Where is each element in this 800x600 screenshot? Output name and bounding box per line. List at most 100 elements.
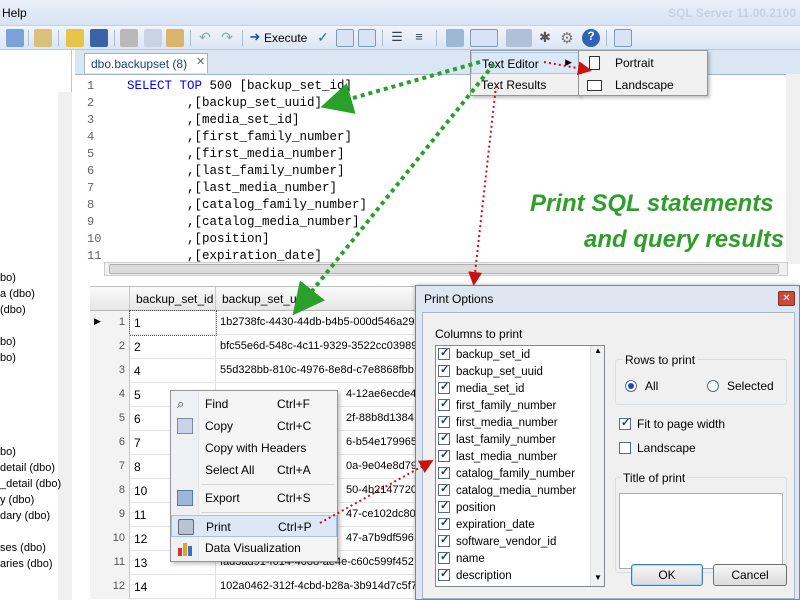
context-menu-copy-with-headers[interactable]: Copy with Headers (171, 437, 337, 459)
column-checkbox[interactable]: last_media_number (438, 448, 557, 467)
cell-backup-set-id[interactable]: 2 (130, 335, 216, 359)
editor-vertical-scrollbar[interactable] (786, 74, 800, 264)
column-checkbox[interactable]: first_media_number (438, 414, 558, 433)
properties-icon[interactable] (34, 29, 52, 47)
results-grid-icon[interactable] (336, 29, 354, 47)
copy-icon[interactable] (144, 29, 162, 47)
check-icon[interactable]: ✓ (314, 29, 332, 47)
save-icon[interactable] (90, 29, 108, 47)
column-checkbox[interactable]: backup_set_uuid (438, 363, 543, 382)
tree-item[interactable]: bo) (0, 446, 16, 458)
export-icon[interactable] (446, 29, 464, 47)
menu-item-landscape[interactable]: Landscape (579, 74, 707, 96)
table-row[interactable]: 12 14 102a0462-312f-4cbd-b28a-3b914d7c5f7 (90, 575, 420, 599)
tree-item[interactable]: bo) (0, 336, 16, 348)
cell-backup-set-uuid[interactable]: 102a0462-312f-4cbd-b28a-3b914d7c5f7 (216, 575, 420, 599)
context-menu-export[interactable]: Export Ctrl+S (171, 487, 337, 509)
close-icon[interactable]: ✕ (778, 291, 795, 306)
cell-backup-set-uuid[interactable]: 55d328bb-810c-4976-8e8d-c7e8868fbb (216, 359, 420, 383)
open-folder-icon[interactable] (66, 29, 84, 47)
context-menu-copy[interactable]: Copy Ctrl+C (171, 415, 337, 437)
download-icon[interactable] (614, 29, 632, 47)
row-indicator[interactable]: 6 (90, 431, 130, 455)
radio-selected[interactable]: Selected (707, 379, 774, 393)
menu-help[interactable]: Help (2, 6, 27, 20)
execute-button[interactable]: Execute (264, 31, 307, 45)
tree-item[interactable]: dary (dbo) (0, 510, 50, 522)
editor-horizontal-scrollbar[interactable] (104, 262, 788, 276)
column-checkbox[interactable]: software_vendor_id (438, 533, 556, 552)
scroll-down-icon[interactable]: ▼ (594, 573, 602, 582)
options-dropdown-icon[interactable] (506, 29, 532, 47)
row-indicator[interactable]: 10 (90, 527, 130, 551)
tree-item[interactable]: aries (dbo) (0, 558, 53, 570)
tree-item[interactable]: bo) (0, 352, 16, 364)
row-indicator[interactable]: 7 (90, 455, 130, 479)
row-indicator[interactable]: 5 (90, 407, 130, 431)
table-row[interactable]: 2 2 bfc55e6d-548c-4c11-9329-3522cc03989 (90, 335, 420, 359)
menu-item-text-editor[interactable]: Text Editor ▶ (471, 52, 579, 74)
tree-item[interactable]: (dbo) (0, 304, 26, 316)
context-menu-print[interactable]: Print Ctrl+P (171, 515, 337, 537)
landscape-checkbox[interactable]: Landscape (619, 441, 696, 455)
cell-backup-set-id[interactable]: 1 (129, 310, 217, 336)
menu-item-portrait[interactable]: Portrait (579, 52, 707, 74)
column-checkbox[interactable]: last_family_number (438, 431, 556, 450)
columns-scrollbar[interactable]: ▲ ▼ (590, 346, 604, 586)
row-indicator[interactable]: ▶ 1 (90, 311, 130, 335)
scroll-thumb[interactable] (109, 264, 779, 274)
column-header-backup-set-uuid[interactable]: backup_set_uuid (216, 287, 420, 311)
column-checkbox[interactable]: expiration_date (438, 516, 535, 535)
context-menu-find[interactable]: ⌕ Find Ctrl+F (171, 393, 337, 415)
title-input[interactable] (619, 493, 783, 569)
tree-item[interactable]: bo) (0, 272, 16, 284)
cut-icon[interactable] (120, 29, 138, 47)
column-checkbox[interactable]: catalog_family_number (438, 465, 575, 484)
cell-backup-set-uuid[interactable]: 1b2738fc-4430-44db-b4b5-000d546a29 (216, 311, 420, 335)
wizard-icon[interactable]: ✱ (536, 29, 554, 47)
column-checkbox[interactable]: description (438, 567, 512, 586)
row-indicator[interactable]: 11 (90, 551, 130, 575)
cell-backup-set-id[interactable]: 14 (130, 575, 216, 599)
undo-icon[interactable]: ↶ (196, 29, 214, 47)
column-checkbox[interactable]: first_family_number (438, 397, 556, 416)
row-indicator[interactable]: 2 (90, 335, 130, 359)
columns-list[interactable]: backup_set_id backup_set_uuid media_set_id… (435, 345, 605, 587)
cell-backup-set-id[interactable]: 4 (130, 359, 216, 383)
column-checkbox[interactable]: backup_set_id (438, 346, 530, 365)
tree-item[interactable]: ses (dbo) (0, 542, 46, 554)
grid-icon[interactable] (6, 29, 24, 47)
ok-button[interactable]: OK (631, 564, 703, 586)
row-indicator[interactable]: 3 (90, 359, 130, 383)
radio-all[interactable]: All (625, 379, 658, 393)
fit-to-page-checkbox[interactable]: Fit to page width (619, 416, 725, 431)
context-menu-select-all[interactable]: Select All Ctrl+A (171, 459, 337, 481)
redo-icon[interactable]: ↷ (218, 29, 236, 47)
scroll-up-icon[interactable]: ▲ (594, 346, 602, 355)
column-checkbox[interactable]: catalog_media_number (438, 482, 576, 501)
indent-icon[interactable]: ☰ (388, 29, 406, 47)
table-row[interactable]: 3 4 55d328bb-810c-4976-8e8d-c7e8868fbb (90, 359, 420, 383)
tree-item[interactable]: y (dbo) (0, 494, 34, 506)
gear-icon[interactable]: ⚙ (558, 29, 576, 47)
execute-icon[interactable]: ➜ (246, 29, 264, 47)
explorer-scrollbar[interactable] (58, 92, 72, 600)
results-text-icon[interactable] (358, 29, 376, 47)
row-indicator[interactable]: 4 (90, 383, 130, 407)
column-header-backup-set-id[interactable]: backup_set_id (130, 287, 216, 311)
table-row[interactable]: ▶ 1 1 1b2738fc-4430-44db-b4b5-000d546a29 (90, 310, 420, 336)
row-indicator[interactable]: 8 (90, 479, 130, 503)
row-indicator[interactable]: 9 (90, 503, 130, 527)
editor-tab[interactable]: dbo.backupset (8) (84, 53, 208, 73)
outdent-icon[interactable]: ≡ (410, 29, 428, 47)
menu-item-text-results[interactable]: Text Results (471, 74, 579, 96)
cancel-button[interactable]: Cancel (713, 564, 787, 586)
tree-item[interactable]: _detail (dbo) (0, 478, 61, 490)
tree-item[interactable]: detail (dbo) (0, 462, 55, 474)
help-icon[interactable]: ? (582, 29, 600, 47)
row-indicator[interactable]: 12 (90, 575, 130, 599)
column-checkbox[interactable]: media_set_id (438, 380, 524, 399)
paste-icon[interactable] (166, 29, 184, 47)
context-menu-data-visualization[interactable]: Data Visualization (171, 537, 337, 559)
cell-backup-set-uuid[interactable]: bfc55e6d-548c-4c11-9329-3522cc03989 (216, 335, 420, 359)
